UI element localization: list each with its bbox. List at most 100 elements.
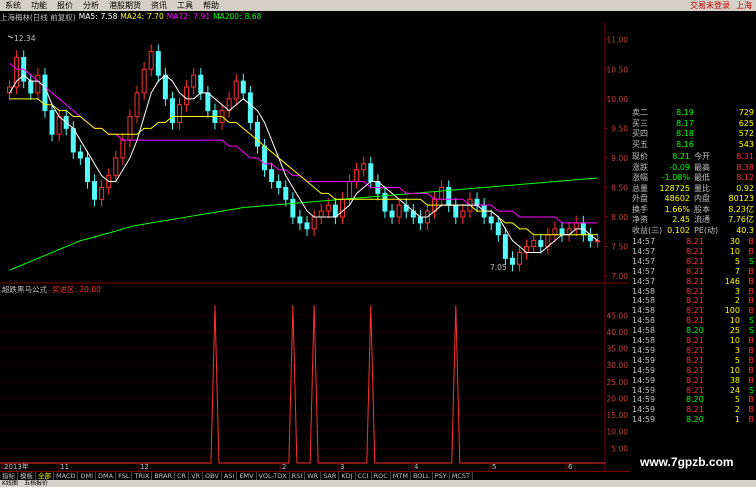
candle-body (127, 116, 133, 141)
tick-time: 14:59 (632, 345, 656, 355)
stat-row: 总量 128725 量比 0.92 (630, 184, 756, 194)
tick-side: B (748, 296, 755, 306)
menu-right: 交易未登录 上海 (690, 0, 752, 11)
tick-volume: 10 (729, 316, 740, 326)
tick-volume: 30 (729, 237, 740, 246)
menu-item[interactable]: 资讯 (146, 0, 172, 11)
stat-value: 8.23亿 (728, 204, 754, 214)
tab-indicator[interactable]: MACD (54, 472, 79, 480)
tick-row: 14:59 8.21 10 B (630, 366, 756, 376)
tick-volume: 2 (734, 405, 740, 415)
stat-value: 48602 (664, 194, 690, 203)
candle-body (247, 92, 253, 123)
candle-body (276, 181, 282, 188)
stat-value: 2.45 (672, 215, 690, 224)
tab-indicator[interactable]: 模板 (18, 472, 36, 480)
tick-volume: 38 (729, 375, 740, 385)
menu-item[interactable]: 工具 (172, 0, 198, 11)
stat-label: 换手 (632, 204, 648, 214)
stat-value: 0.92 (736, 183, 754, 193)
ma72-label: MA72: (166, 12, 191, 21)
x-tick-label: 5 (492, 463, 496, 471)
stat-label: 总量 (632, 183, 648, 193)
price-tick-label: 11.00 (607, 36, 629, 45)
indicator-tick-label: 15.00 (607, 411, 629, 420)
tab-indicator[interactable]: RSI (290, 472, 306, 480)
tab-indicator[interactable]: MCST (450, 472, 473, 480)
menu-item[interactable]: 系统 (0, 0, 26, 11)
candle-body (269, 169, 275, 183)
tab-indicator[interactable]: TRIX (132, 472, 153, 480)
tab-indicator[interactable]: DMA (96, 472, 117, 480)
indicator-tick-label: 45.00 (607, 311, 629, 320)
stat-value: 7.76亿 (728, 215, 754, 224)
candle-body (177, 104, 183, 123)
indicator-tick-label: 10.00 (607, 428, 629, 437)
candle-body (205, 92, 211, 112)
tab-indicator[interactable]: FSL (116, 472, 133, 480)
tick-price: 8.21 (686, 316, 704, 326)
tick-volume: 10 (729, 365, 740, 375)
status-item[interactable]: K线图 (2, 480, 18, 487)
candle-body (417, 216, 423, 224)
tab-indicator[interactable]: 全部 (36, 472, 54, 480)
candle-body (325, 204, 331, 212)
tab-indicator[interactable]: DMI (78, 472, 97, 480)
candle-body (460, 210, 466, 218)
stat-value: 8.21 (672, 152, 690, 161)
candle-body (28, 80, 34, 94)
tab-indicator[interactable]: WR (305, 472, 322, 480)
tab-indicator[interactable]: ASI (222, 472, 238, 480)
tick-time: 14:58 (632, 296, 656, 306)
candle-body (290, 198, 296, 218)
menu-item[interactable]: 分析 (78, 0, 104, 11)
candle-body (141, 68, 147, 94)
x-tick-label: 4 (414, 463, 419, 471)
menu-exchange-status[interactable]: 上海 (736, 0, 752, 11)
candle-body (318, 210, 324, 218)
tick-row: 14:58 8.21 10 B (630, 336, 756, 346)
tab-indicator[interactable]: BOLL (411, 472, 433, 480)
menu-item[interactable]: 帮助 (198, 0, 224, 11)
tick-side: B (748, 415, 755, 425)
menu-item[interactable]: 报价 (52, 0, 78, 11)
tab-indicator[interactable]: BRAR (152, 472, 175, 480)
candle-body (283, 186, 289, 200)
candle-body (99, 186, 105, 200)
ma-info-bar: 上海梅林(日线 前复权) MA5: 7.58 MA24: 7.70 MA72: 7.9… (0, 12, 261, 22)
stat-value: 40.3 (736, 225, 754, 235)
menu-item[interactable]: 港股期货 (104, 0, 146, 11)
ma200-label: MA200: (213, 12, 242, 21)
tab-indicator[interactable]: VOL-TDX (257, 472, 290, 480)
tab-indicator[interactable]: EMV (237, 472, 257, 480)
tab-indicator[interactable]: SAR (321, 472, 340, 480)
tick-time: 14:58 (632, 326, 656, 336)
indicator-tick-label: 20.00 (607, 394, 629, 403)
order-price: 8.16 (676, 139, 694, 149)
kline-chart[interactable]: 11.00 10.50 10.00 9.50 9.00 8.50 8.00 7.50 7.00 4… (0, 22, 630, 471)
tab-indicator[interactable]: VR (189, 472, 204, 480)
tab-indicator[interactable]: ROC (372, 472, 391, 480)
tick-time: 14:59 (632, 395, 656, 405)
tab-indicator[interactable]: OBV (203, 472, 222, 480)
tick-volume: 10 (729, 336, 740, 345)
ma200-value: 8.68 (244, 12, 262, 21)
stat-value: 8.31 (736, 152, 754, 161)
tab-indicator[interactable]: MTM (391, 472, 411, 480)
order-book-row: 卖二 8.19 729 (630, 108, 756, 118)
status-item[interactable]: 五档报价 (24, 480, 48, 487)
tick-row: 14:57 8.21 7 B (630, 267, 756, 277)
stat-label: 涨跌 (632, 162, 648, 172)
tab-indicator[interactable]: PSY (433, 472, 450, 480)
tick-row: 14:59 8.21 24 S (630, 386, 756, 396)
tab-indicator[interactable]: CCI (356, 472, 372, 480)
ma5-label: MA5: (78, 12, 98, 21)
tab-indicator[interactable]: 指标 (0, 472, 18, 480)
menu-trade-status[interactable]: 交易未登录 (690, 0, 730, 11)
candle-body (240, 80, 246, 94)
tick-time: 14:57 (632, 256, 656, 266)
candle-body (70, 127, 76, 153)
menu-item[interactable]: 功能 (26, 0, 52, 11)
tab-indicator[interactable]: CR (175, 472, 190, 480)
tab-indicator[interactable]: KDJ (339, 472, 356, 480)
